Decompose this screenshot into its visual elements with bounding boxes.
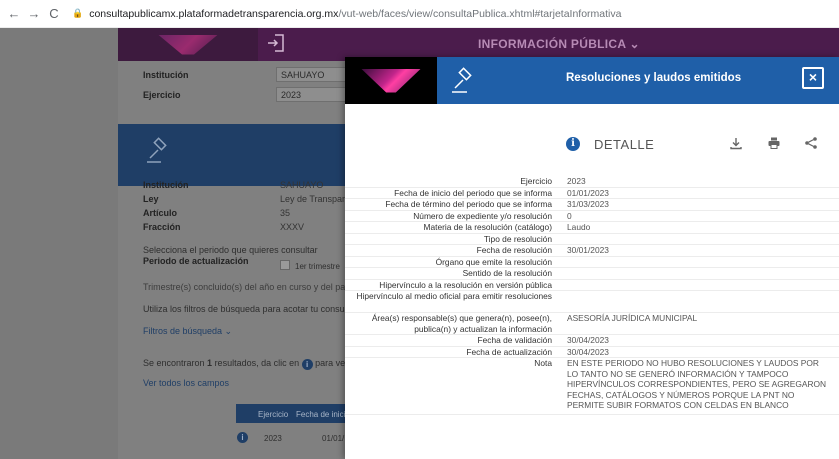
bg-filters-hint: Utiliza los filtros de búsqueda para aco… bbox=[143, 304, 355, 314]
detail-row: Tipo de resolución bbox=[345, 233, 839, 245]
detalle-label: DETALLE bbox=[594, 136, 655, 152]
detail-row-label: Hipervínculo al medio oficial para emiti… bbox=[356, 291, 552, 301]
detail-row-label: Fecha de término del periodo que se info… bbox=[385, 199, 552, 209]
download-icon[interactable] bbox=[728, 136, 744, 152]
detail-row: Hipervínculo a la resolución en versión … bbox=[345, 279, 839, 291]
detail-row: Órgano que emite la resolución bbox=[345, 256, 839, 268]
detail-row-label: Fecha de resolución bbox=[476, 245, 552, 255]
bg-card-article-label: Artículo bbox=[143, 208, 178, 218]
bg-row-start-date: 01/01/ bbox=[322, 434, 345, 443]
share-icon[interactable] bbox=[803, 136, 819, 152]
detail-row: Sentido de la resolución bbox=[345, 268, 839, 280]
bg-filters-link[interactable]: Filtros de búsqueda ⌄ bbox=[143, 326, 232, 337]
modal-title: Resoluciones y laudos emitidos bbox=[566, 72, 742, 84]
bg-concluded-text: Trimestre(s) concluido(s) del año en cur… bbox=[143, 282, 365, 292]
detail-row: Fecha de actualización 30/04/2023 bbox=[345, 346, 839, 358]
detail-row-label: Área(s) responsable(s) que genera(n), po… bbox=[371, 313, 552, 334]
login-icon[interactable] bbox=[266, 32, 286, 56]
detail-row-label: Nota bbox=[534, 358, 552, 368]
bg-row-year: 2023 bbox=[264, 434, 282, 443]
detail-row: Ejercicio 2023 bbox=[345, 176, 839, 188]
left-margin bbox=[0, 28, 118, 459]
detail-row: Fecha de término del periodo que se info… bbox=[345, 199, 839, 211]
detail-row: Fecha de inicio del periodo que se infor… bbox=[345, 187, 839, 199]
detail-row-value: 30/01/2023 bbox=[567, 245, 609, 255]
gavel-icon bbox=[449, 67, 477, 95]
bg-select-period-text: Selecciona el periodo que quieres consul… bbox=[143, 245, 318, 255]
bg-th-year: Ejercicio bbox=[258, 410, 289, 419]
modal-header: Resoluciones y laudos emitidos × bbox=[345, 57, 839, 104]
detail-row: Fecha de validación 30/04/2023 bbox=[345, 335, 839, 347]
site-logo[interactable] bbox=[118, 28, 258, 61]
bg-period-option: 1er trimestre bbox=[295, 262, 340, 271]
detail-row-label: Hipervínculo a la resolución en versión … bbox=[379, 279, 552, 290]
detail-row-value: EN ESTE PERIODO NO HUBO RESOLUCIONES Y L… bbox=[567, 358, 827, 410]
back-arrow-icon[interactable]: ← bbox=[4, 4, 24, 24]
detail-row-value: Laudo bbox=[567, 222, 591, 232]
bg-year-label: Ejercicio bbox=[143, 90, 181, 100]
bg-gavel-icon bbox=[143, 136, 173, 173]
detail-row: Número de expediente y/o resolución 0 bbox=[345, 210, 839, 222]
detail-row-value: 30/04/2023 bbox=[567, 335, 609, 345]
detail-row: Nota EN ESTE PERIODO NO HUBO RESOLUCIONES… bbox=[345, 358, 839, 415]
detail-row-label: Fecha de validación bbox=[477, 335, 553, 345]
detail-row-value: 01/01/2023 bbox=[567, 187, 609, 198]
detalle-heading: i DETALLE bbox=[566, 135, 654, 153]
reload-icon[interactable]: C bbox=[44, 4, 64, 24]
url-host: consultapublicamx.plataformadetransparen… bbox=[89, 7, 339, 20]
detail-row: Hipervínculo al medio oficial para emiti… bbox=[345, 291, 839, 313]
bg-card-fraction-value: XXXV bbox=[280, 222, 305, 232]
bg-card-fraction-label: Fracción bbox=[143, 222, 181, 232]
detail-row-label: Fecha de inicio del periodo que se infor… bbox=[394, 187, 552, 198]
bg-card-law-label: Ley bbox=[143, 194, 159, 204]
logo-shape bbox=[158, 34, 218, 55]
browser-toolbar: ← → C 🔒 consultapublicamx.plataformadetr… bbox=[0, 0, 839, 28]
bg-period-checkbox[interactable] bbox=[280, 260, 290, 270]
bg-all-fields-link[interactable]: Ver todos los campos bbox=[143, 378, 229, 388]
bg-results-post: resultados, da clic en bbox=[212, 358, 302, 368]
info-publica-menu[interactable]: INFORMACIÓN PÚBLICA ⌄ bbox=[478, 37, 640, 51]
detail-row-label: Órgano que emite la resolución bbox=[435, 256, 552, 267]
detail-row-label: Tipo de resolución bbox=[483, 233, 552, 244]
detail-row-value: 2023 bbox=[567, 176, 586, 186]
modal-logo bbox=[345, 57, 437, 104]
bg-inline-info-icon: i bbox=[301, 359, 313, 370]
bg-institution-label: Institución bbox=[143, 70, 189, 80]
address-bar[interactable]: 🔒 consultapublicamx.plataformadetranspar… bbox=[72, 4, 839, 24]
bg-year-select[interactable]: 2023 bbox=[276, 87, 346, 102]
detail-row-label: Sentido de la resolución bbox=[462, 268, 552, 278]
modal-logo-shape bbox=[361, 68, 421, 93]
detail-row-value: 31/03/2023 bbox=[567, 199, 609, 209]
bg-th-start-date: Fecha de inicio bbox=[296, 410, 350, 419]
bg-results-text: Se encontraron 1 resultados, da clic en … bbox=[143, 358, 365, 370]
bg-institution-select[interactable]: SAHUAYO bbox=[276, 67, 346, 82]
close-button[interactable]: × bbox=[802, 67, 824, 89]
detail-row-label: Materia de la resolución (catálogo) bbox=[423, 222, 552, 232]
bg-period-label: Periodo de actualización bbox=[143, 256, 249, 266]
lock-icon: 🔒 bbox=[72, 8, 84, 18]
detail-row-value: 0 bbox=[567, 210, 572, 221]
detail-row: Materia de la resolución (catálogo) Laudo bbox=[345, 222, 839, 234]
print-icon[interactable] bbox=[766, 136, 782, 152]
bg-card-institution-label: Institución bbox=[143, 180, 189, 190]
bg-card-article-value: 35 bbox=[280, 208, 291, 218]
forward-arrow-icon[interactable]: → bbox=[24, 4, 44, 24]
bg-card-institution-value: SAHUAYO bbox=[280, 180, 324, 190]
detail-row-label: Número de expediente y/o resolución bbox=[413, 210, 552, 221]
detail-row: Fecha de resolución 30/01/2023 bbox=[345, 245, 839, 257]
url-path: /vut-web/faces/view/consultaPublica.xhtm… bbox=[338, 7, 622, 20]
detail-modal: Resoluciones y laudos emitidos × i DETAL… bbox=[345, 57, 839, 459]
bg-row-info-icon[interactable]: i bbox=[237, 432, 248, 443]
detail-row-label: Ejercicio bbox=[520, 176, 552, 186]
detail-row: Área(s) responsable(s) que genera(n), po… bbox=[345, 313, 839, 335]
detail-row-value: ASESORÍA JURÍDICA MUNICIPAL bbox=[567, 313, 698, 323]
bg-card-law-value: Ley de Transparer bbox=[280, 194, 354, 204]
detail-row-label: Fecha de actualización bbox=[466, 346, 552, 357]
bg-results-pre: Se encontraron bbox=[143, 358, 208, 368]
detail-row-value: 30/04/2023 bbox=[567, 346, 609, 357]
info-icon: i bbox=[566, 137, 580, 151]
